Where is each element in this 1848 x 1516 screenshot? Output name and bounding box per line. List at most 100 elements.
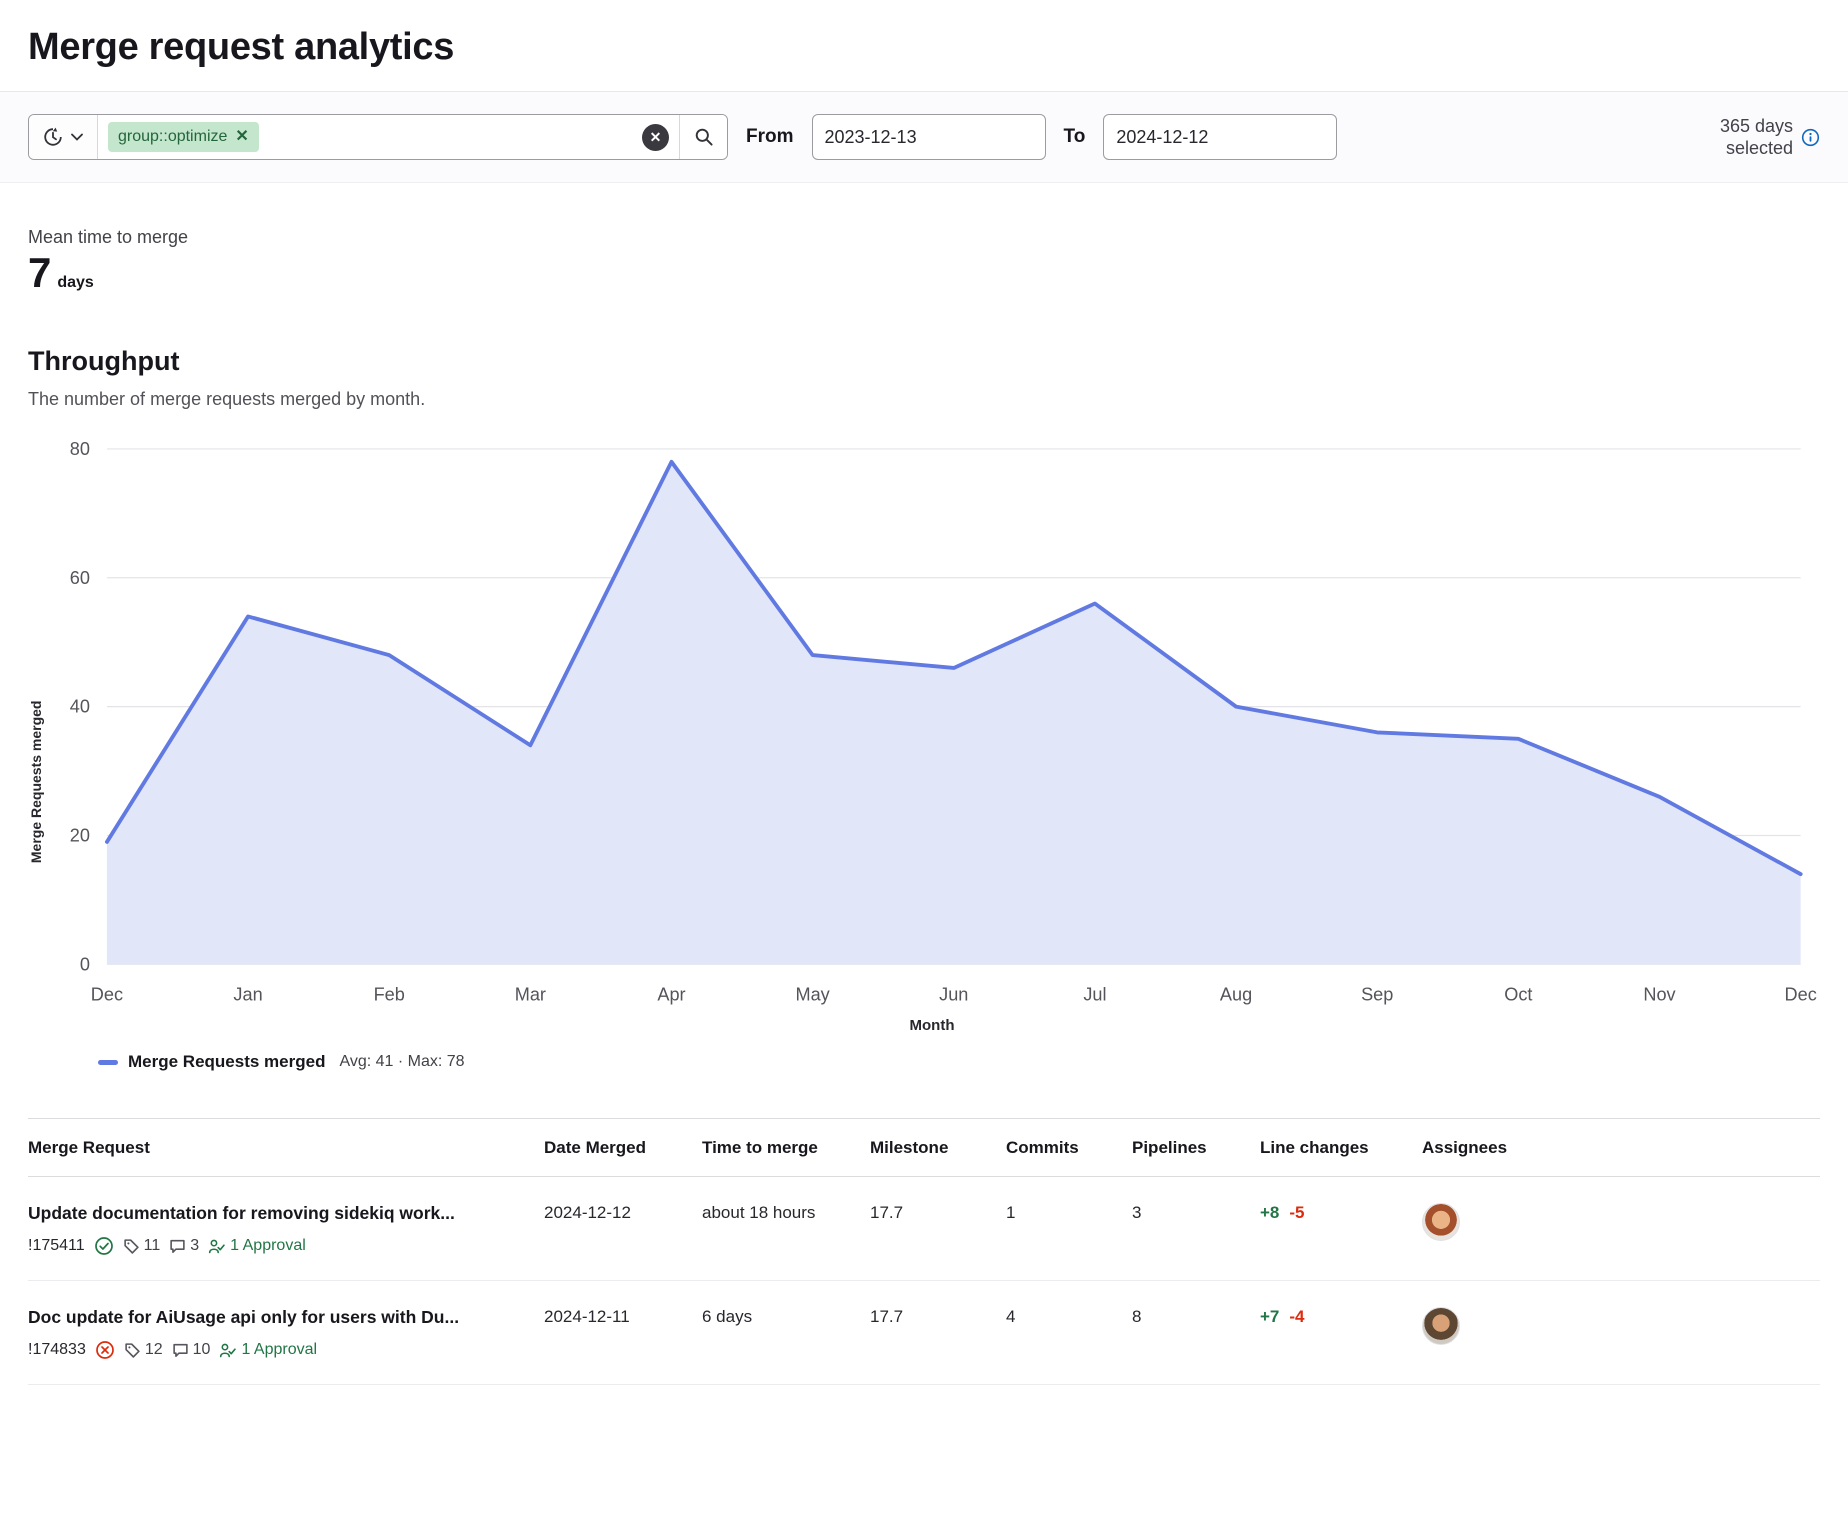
from-date-field[interactable] [812, 114, 1046, 160]
merge-request-id: !174833 [28, 1341, 86, 1359]
date-merged-cell: 2024-12-11 [544, 1307, 702, 1360]
svg-text:Apr: Apr [657, 985, 685, 1005]
throughput-chart-container: Merge Requests merged 020406080DecJanFeb… [28, 432, 1820, 1072]
svg-text:Nov: Nov [1643, 985, 1675, 1005]
time-to-merge-cell: about 18 hours [702, 1203, 870, 1256]
header-pipelines: Pipelines [1132, 1137, 1260, 1158]
to-label: To [1064, 126, 1086, 148]
svg-text:Sep: Sep [1361, 985, 1393, 1005]
info-icon[interactable] [1801, 128, 1820, 147]
from-label: From [746, 126, 794, 148]
search-icon [694, 127, 714, 147]
svg-text:Jun: Jun [939, 985, 968, 1005]
merge-request-table: Merge Request Date Merged Time to merge … [28, 1118, 1820, 1385]
stat-value: 7 [28, 252, 51, 294]
svg-text:40: 40 [70, 697, 90, 717]
header-assignees: Assignees [1422, 1137, 1820, 1158]
deletions-count: -4 [1289, 1307, 1304, 1326]
mean-time-to-merge-stat: Mean time to merge 7 days [28, 227, 1820, 294]
chevron-down-icon [71, 133, 83, 141]
svg-text:Dec: Dec [1785, 985, 1817, 1005]
table-row: Doc update for AiUsage api only for user… [28, 1281, 1820, 1385]
header-date-merged: Date Merged [544, 1137, 702, 1158]
svg-text:Dec: Dec [91, 985, 123, 1005]
filter-token[interactable]: group::optimize ✕ [108, 122, 259, 152]
comments-stat: 10 [172, 1341, 211, 1359]
line-changes-cell: +7 -4 [1260, 1307, 1422, 1360]
clear-search-button[interactable]: ✕ [642, 124, 669, 151]
svg-text:Feb: Feb [374, 985, 405, 1005]
svg-text:0: 0 [80, 954, 90, 974]
label-icon [124, 1342, 141, 1359]
date-merged-cell: 2024-12-12 [544, 1203, 702, 1256]
deletions-count: -5 [1289, 1203, 1304, 1222]
table-header-row: Merge Request Date Merged Time to merge … [28, 1119, 1820, 1177]
search-input-area[interactable]: group::optimize ✕ ✕ [98, 115, 679, 159]
check-circle-icon [94, 1236, 114, 1256]
assignee-avatar[interactable] [1422, 1307, 1460, 1345]
labels-count: 12 [145, 1341, 163, 1359]
stat-unit: days [57, 274, 93, 292]
to-date-input[interactable] [1116, 127, 1348, 148]
from-date-input[interactable] [825, 127, 1057, 148]
date-range-summary-text: 365 days selected [1688, 115, 1793, 160]
header-line-changes: Line changes [1260, 1137, 1422, 1158]
pipelines-cell: 3 [1132, 1203, 1260, 1256]
header-milestone: Milestone [870, 1137, 1006, 1158]
approvals-label: 1 Approval [241, 1341, 317, 1359]
merge-request-link[interactable]: Doc update for AiUsage api only for user… [28, 1307, 520, 1328]
svg-text:Jan: Jan [233, 985, 262, 1005]
stat-label: Mean time to merge [28, 227, 1820, 248]
chart-legend: Merge Requests merged Avg: 41 · Max: 78 [98, 1052, 1820, 1072]
history-icon [43, 127, 63, 147]
table-row: Update documentation for removing sideki… [28, 1177, 1820, 1281]
label-icon [123, 1238, 140, 1255]
legend-stats: Avg: 41 · Max: 78 [339, 1053, 464, 1071]
header-time-to-merge: Time to merge [702, 1137, 870, 1158]
svg-text:80: 80 [70, 439, 90, 459]
assignees-cell [1422, 1307, 1820, 1360]
page-title: Merge request analytics [28, 0, 1820, 91]
commits-cell: 4 [1006, 1307, 1132, 1360]
filter-token-label: group::optimize [118, 128, 227, 146]
svg-text:60: 60 [70, 568, 90, 588]
token-close-icon[interactable]: ✕ [235, 129, 248, 145]
x-circle-icon [95, 1340, 115, 1360]
svg-text:Oct: Oct [1504, 985, 1532, 1005]
search-button[interactable] [679, 115, 727, 159]
approval-icon [219, 1342, 236, 1359]
milestone-cell: 17.7 [870, 1203, 1006, 1256]
merge-request-link[interactable]: Update documentation for removing sideki… [28, 1203, 520, 1224]
svg-text:Jul: Jul [1083, 985, 1106, 1005]
legend-swatch [98, 1060, 118, 1065]
search-history-dropdown[interactable] [29, 115, 98, 159]
approval-icon [208, 1238, 225, 1255]
comments-stat: 3 [169, 1237, 199, 1255]
approvals-stat: 1 Approval [219, 1341, 317, 1359]
header-commits: Commits [1006, 1137, 1132, 1158]
line-changes-cell: +8 -5 [1260, 1203, 1422, 1256]
time-to-merge-cell: 6 days [702, 1307, 870, 1360]
throughput-chart: 020406080DecJanFebMarAprMayJunJulAugSepO… [44, 432, 1820, 1015]
comments-count: 3 [190, 1237, 199, 1255]
merge-request-id: !175411 [28, 1237, 85, 1255]
labels-stat: 12 [124, 1341, 163, 1359]
labels-stat: 11 [123, 1237, 161, 1255]
assignees-cell [1422, 1203, 1820, 1256]
milestone-cell: 17.7 [870, 1307, 1006, 1360]
approvals-label: 1 Approval [230, 1237, 306, 1255]
labels-count: 11 [144, 1237, 161, 1255]
to-date-field[interactable] [1103, 114, 1337, 160]
throughput-title: Throughput [28, 346, 1820, 377]
comments-count: 10 [193, 1341, 211, 1359]
svg-text:Aug: Aug [1220, 985, 1252, 1005]
y-axis-label: Merge Requests merged [28, 432, 44, 1072]
header-merge-request: Merge Request [28, 1137, 544, 1158]
assignee-avatar[interactable] [1422, 1203, 1460, 1241]
filtered-search: group::optimize ✕ ✕ [28, 114, 728, 160]
svg-text:May: May [796, 985, 831, 1005]
additions-count: +8 [1260, 1203, 1279, 1222]
additions-count: +7 [1260, 1307, 1279, 1326]
throughput-description: The number of merge requests merged by m… [28, 389, 1820, 410]
x-axis-label: Month [44, 1017, 1820, 1034]
